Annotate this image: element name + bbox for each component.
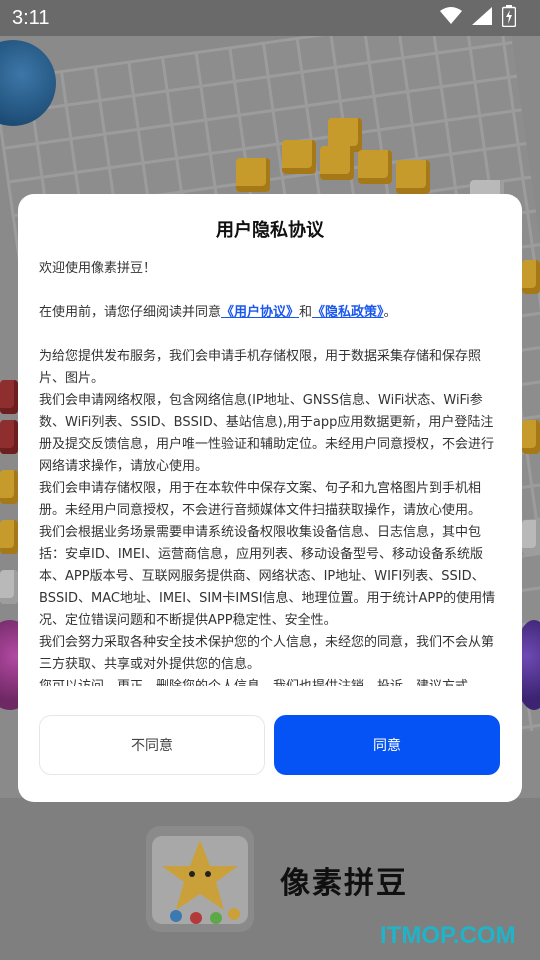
status-icons: [440, 5, 517, 31]
welcome-text: 欢迎使用像素拼豆！: [39, 261, 157, 276]
bead: [0, 570, 18, 604]
bead: [282, 140, 316, 174]
bead: [522, 260, 540, 294]
bead: [0, 420, 18, 454]
policy-paragraph: 我们会努力采取各种安全技术保护您的个人信息，未经您的同意，我们不会从第三方获取、…: [39, 635, 495, 672]
privacy-policy-link[interactable]: 《隐私政策》: [312, 305, 384, 320]
bead: [320, 146, 354, 180]
policy-paragraph: 我们会根据业务场景需要申请系统设备权限收集设备信息、日志信息，其中包括：安卓ID…: [39, 525, 496, 628]
status-time: 3:11: [12, 6, 50, 29]
app-name: 像素拼豆: [280, 866, 408, 901]
bead: [236, 158, 270, 192]
bead: [396, 160, 430, 194]
policy-paragraph: 为给您提供发布服务，我们会申请手机存储权限，用于数据采集存储和保存照片、图片。: [39, 349, 482, 386]
battery-icon: [501, 5, 517, 31]
bead: [0, 380, 18, 414]
agree-button[interactable]: 同意: [274, 715, 500, 775]
wifi-icon: [440, 7, 462, 29]
user-agreement-link[interactable]: 《用户协议》: [221, 305, 299, 320]
intro-text: 在使用前，请您仔细阅读并同意《用户协议》和《隐私政策》。: [39, 302, 503, 324]
bead: [358, 150, 392, 184]
intro-prefix: 在使用前，请您仔细阅读并同意: [39, 305, 222, 320]
policy-paragraph: 您可以访问、更正、删除您的个人信息，我们也提供注销、投诉、建议方式: [39, 676, 503, 686]
privacy-dialog: 用户隐私协议 欢迎使用像素拼豆！ 在使用前，请您仔细阅读并同意《用户协议》和《隐…: [18, 194, 522, 802]
policy-paragraph: 我们会申请网络权限，包含网络信息(IP地址、GNSS信息、WiFi状态、WiFi…: [39, 393, 495, 474]
policy-paragraph: 我们会申请存储权限，用于在本软件中保存文案、句子和九宫格图片到手机相册。未经用户…: [39, 481, 482, 518]
watermark: ITMOP.COM: [380, 922, 516, 949]
app-logo: [146, 826, 254, 932]
status-bar: 3:11: [0, 0, 540, 36]
disagree-button[interactable]: 不同意: [39, 715, 265, 775]
bead: [522, 420, 540, 454]
intro-suffix: 。: [383, 305, 397, 320]
intro-and: 和: [299, 305, 313, 320]
signal-icon: [472, 7, 492, 29]
dialog-title: 用户隐私协议: [216, 220, 324, 241]
bead: [0, 470, 18, 504]
bead: [0, 520, 18, 554]
bead: [522, 520, 540, 554]
dialog-body[interactable]: 欢迎使用像素拼豆！ 在使用前，请您仔细阅读并同意《用户协议》和《隐私政策》。 为…: [39, 258, 503, 686]
